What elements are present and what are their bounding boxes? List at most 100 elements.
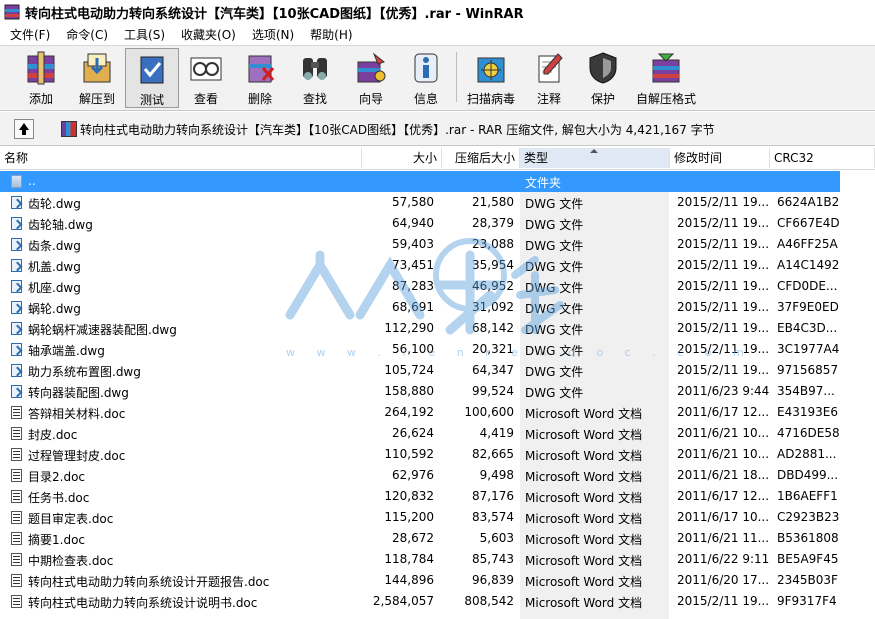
file-modified: 2011/6/23 9:44 bbox=[677, 384, 770, 398]
sfx-button[interactable]: 自解压格式 bbox=[632, 48, 700, 106]
watermark-url: w w w . r e n r e n d o c . c o m bbox=[286, 346, 753, 359]
up-one-level-icon[interactable] bbox=[14, 119, 34, 139]
column-header-size[interactable]: 大小 bbox=[362, 148, 442, 168]
file-size: 105,724 bbox=[384, 363, 434, 377]
view-button[interactable]: 查看 bbox=[180, 48, 232, 106]
dwg-file-icon bbox=[11, 238, 22, 251]
file-packed-size: 31,092 bbox=[472, 300, 514, 314]
address-bar: 转向柱式电动助力转向系统设计【汽车类】【10张CAD图纸】【优秀】.rar - … bbox=[0, 112, 875, 146]
file-packed-size: 87,176 bbox=[472, 489, 514, 503]
file-row[interactable]: 齿轮轴.dwg 64,940 28,379 DWG 文件 2015/2/11 1… bbox=[0, 213, 875, 234]
file-name: 过程管理封皮.doc bbox=[28, 449, 126, 463]
file-row[interactable]: 中期检查表.doc 118,784 85,743 Microsoft Word … bbox=[0, 549, 875, 570]
file-row[interactable]: 摘要1.doc 28,672 5,603 Microsoft Word 文档 2… bbox=[0, 528, 875, 549]
menu-options[interactable]: 选项(N) bbox=[242, 26, 300, 43]
window-title: 转向柱式电动助力转向系统设计【汽车类】【10张CAD图纸】【优秀】.rar - … bbox=[25, 6, 524, 22]
file-type: Microsoft Word 文档 bbox=[525, 512, 643, 526]
file-type: Microsoft Word 文档 bbox=[525, 533, 643, 547]
file-size: 68,691 bbox=[392, 300, 434, 314]
file-row[interactable]: 齿轮.dwg 57,580 21,580 DWG 文件 2015/2/11 19… bbox=[0, 192, 875, 213]
add-button[interactable]: 添加 bbox=[14, 48, 68, 106]
word-document-icon bbox=[11, 469, 22, 482]
file-row[interactable]: 蜗轮.dwg 68,691 31,092 DWG 文件 2015/2/11 19… bbox=[0, 297, 875, 318]
file-row[interactable]: 封皮.doc 26,624 4,419 Microsoft Word 文档 20… bbox=[0, 423, 875, 444]
file-row[interactable]: 过程管理封皮.doc 110,592 82,665 Microsoft Word… bbox=[0, 444, 875, 465]
file-row[interactable]: 目录2.doc 62,976 9,498 Microsoft Word 文档 2… bbox=[0, 465, 875, 486]
file-packed-size: 28,379 bbox=[472, 216, 514, 230]
file-size: 62,976 bbox=[392, 468, 434, 482]
file-row[interactable]: 转向柱式电动助力转向系统设计开题报告.doc 144,896 96,839 Mi… bbox=[0, 570, 875, 591]
dwg-file-icon bbox=[11, 301, 22, 314]
file-name: 任务书.doc bbox=[28, 491, 90, 505]
file-row[interactable]: 机盖.dwg 73,451 35,954 DWG 文件 2015/2/11 19… bbox=[0, 255, 875, 276]
toolbar-label: 解压到 bbox=[78, 92, 115, 106]
toolbar-label: 保护 bbox=[590, 92, 615, 106]
rar-archive-icon bbox=[61, 121, 77, 137]
word-document-icon bbox=[11, 595, 22, 608]
file-row[interactable]: 齿条.dwg 59,403 23,088 DWG 文件 2015/2/11 19… bbox=[0, 234, 875, 255]
toolbar-label: 删除 bbox=[247, 92, 272, 106]
file-name: 机座.dwg bbox=[28, 281, 81, 295]
column-header-name[interactable]: 名称 bbox=[0, 148, 362, 168]
file-packed-size: 64,347 bbox=[472, 363, 514, 377]
file-type: Microsoft Word 文档 bbox=[525, 428, 643, 442]
file-modified: 2011/6/21 10... bbox=[677, 447, 770, 461]
toolbar-label: 查找 bbox=[302, 92, 327, 106]
menu-tools[interactable]: 工具(S) bbox=[114, 26, 171, 43]
file-modified: 2011/6/21 11... bbox=[677, 531, 770, 545]
menu-commands[interactable]: 命令(C) bbox=[56, 26, 114, 43]
find-button[interactable]: 查找 bbox=[289, 48, 341, 106]
dwg-file-icon bbox=[11, 196, 22, 209]
file-row[interactable]: 答辩相关材料.doc 264,192 100,600 Microsoft Wor… bbox=[0, 402, 875, 423]
column-header-modified[interactable]: 修改时间 bbox=[670, 148, 770, 168]
file-row[interactable]: 转向器装配图.dwg 158,880 99,524 DWG 文件 2011/6/… bbox=[0, 381, 875, 402]
file-size: 115,200 bbox=[384, 510, 434, 524]
test-button[interactable]: 测试 bbox=[125, 48, 179, 108]
file-crc32: A46FF25A bbox=[777, 237, 838, 251]
file-modified: 2015/2/11 19... bbox=[677, 237, 770, 251]
file-crc32: 9F9317F4 bbox=[777, 594, 837, 608]
file-type: DWG 文件 bbox=[525, 218, 584, 232]
menu-file[interactable]: 文件(F) bbox=[0, 26, 56, 43]
file-row[interactable]: 蜗轮蜗杆减速器装配图.dwg 112,290 68,142 DWG 文件 201… bbox=[0, 318, 875, 339]
extract-to-button[interactable]: 解压到 bbox=[70, 48, 124, 106]
column-header-packed-size[interactable]: 压缩后大小 bbox=[442, 148, 520, 168]
word-document-icon bbox=[11, 406, 22, 419]
info-button[interactable]: 信息 bbox=[400, 48, 452, 106]
file-row[interactable]: 题目审定表.doc 115,200 83,574 Microsoft Word … bbox=[0, 507, 875, 528]
file-modified: 2011/6/21 10... bbox=[677, 426, 770, 440]
menu-favorites[interactable]: 收藏夹(O) bbox=[171, 26, 242, 43]
view-icon bbox=[187, 50, 225, 86]
file-type: Microsoft Word 文档 bbox=[525, 407, 643, 421]
file-size: 87,283 bbox=[392, 279, 434, 293]
file-packed-size: 96,839 bbox=[472, 573, 514, 587]
winrar-app-icon[interactable] bbox=[4, 4, 20, 20]
comment-button[interactable]: 注释 bbox=[524, 48, 574, 106]
file-row[interactable]: 任务书.doc 120,832 87,176 Microsoft Word 文档… bbox=[0, 486, 875, 507]
protect-button[interactable]: 保护 bbox=[578, 48, 628, 106]
file-modified: 2015/2/11 19... bbox=[677, 258, 770, 272]
delete-button[interactable]: 删除 bbox=[234, 48, 286, 106]
toolbar-label: 添加 bbox=[28, 92, 53, 106]
comment-icon bbox=[530, 50, 568, 86]
word-document-icon bbox=[11, 427, 22, 440]
dwg-file-icon bbox=[11, 280, 22, 293]
virus-scan-button[interactable]: 扫描病毒 bbox=[462, 48, 520, 106]
toolbar-label: 注释 bbox=[536, 92, 561, 106]
wizard-button[interactable]: 向导 bbox=[344, 48, 398, 106]
menu-bar: 文件(F) 命令(C) 工具(S) 收藏夹(O) 选项(N) 帮助(H) bbox=[0, 24, 875, 46]
menu-help[interactable]: 帮助(H) bbox=[300, 26, 358, 43]
file-packed-size: 82,665 bbox=[472, 447, 514, 461]
file-row-parent-folder[interactable]: .. 文件夹 bbox=[0, 171, 840, 192]
file-crc32: 3C1977A4 bbox=[777, 342, 840, 356]
sfx-icon bbox=[647, 50, 685, 86]
file-size: 118,784 bbox=[384, 552, 434, 566]
column-header-crc32[interactable]: CRC32 bbox=[770, 148, 875, 168]
file-row[interactable]: 助力系统布置图.dwg 105,724 64,347 DWG 文件 2015/2… bbox=[0, 360, 875, 381]
file-row[interactable]: 机座.dwg 87,283 46,952 DWG 文件 2015/2/11 19… bbox=[0, 276, 875, 297]
file-row[interactable]: 转向柱式电动助力转向系统设计说明书.doc 2,584,057 808,542 … bbox=[0, 591, 875, 612]
file-size: 2,584,057 bbox=[372, 594, 434, 608]
file-size: 64,940 bbox=[392, 216, 434, 230]
file-packed-size: 21,580 bbox=[472, 195, 514, 209]
file-type: Microsoft Word 文档 bbox=[525, 491, 643, 505]
